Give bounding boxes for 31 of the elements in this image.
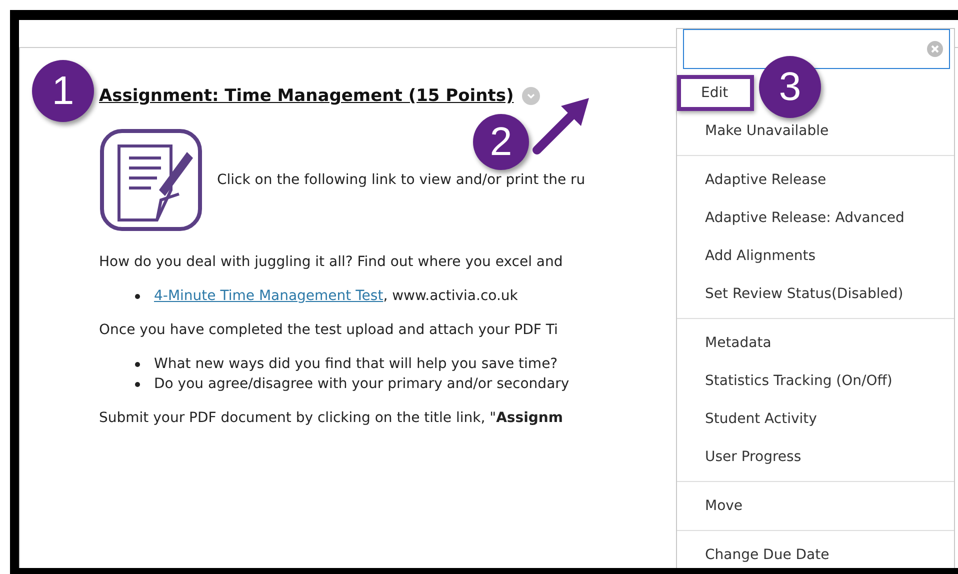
menu-item[interactable]: Change Due Date <box>677 537 848 568</box>
bullet-icon <box>135 382 140 386</box>
step-number-badge: 1 <box>32 60 94 122</box>
options-chevron-button[interactable] <box>522 87 540 105</box>
menu-item[interactable]: Metadata <box>677 325 790 361</box>
step-number-badge: 2 <box>473 114 529 170</box>
question-text: Do you agree/disagree with your primary and/or secondary <box>154 376 570 392</box>
intro-text: Click on the following link to view and/or print the ru <box>217 172 586 188</box>
menu-item[interactable]: Student Activity <box>677 401 835 437</box>
menu-item[interactable]: Statistics Tracking (On/Off) <box>677 363 910 399</box>
menu-item[interactable]: Move <box>677 488 761 524</box>
step-number-badge: 3 <box>759 56 821 118</box>
menu-search-field[interactable] <box>683 29 950 69</box>
menu-item[interactable]: Adaptive Release <box>677 162 844 198</box>
test-link[interactable]: 4-Minute Time Management Test <box>154 288 384 304</box>
clear-icon[interactable] <box>927 41 943 57</box>
menu-item[interactable]: Edit <box>677 75 754 111</box>
menu-item[interactable]: Set Review Status(Disabled) <box>677 276 922 312</box>
menu-item[interactable]: User Progress <box>677 439 820 475</box>
chevron-down-icon <box>526 91 536 101</box>
source-text: , www.activia.co.uk <box>383 288 518 304</box>
bullet-icon <box>135 362 140 366</box>
assignment-title-link[interactable]: Assignment: Time Management (15 Points) <box>99 86 514 106</box>
paragraph-text: How do you deal with juggling it all? Find out where you excel and <box>99 254 563 270</box>
paragraph-text: Submit your PDF document by clicking on the title link, "Assignm <box>99 410 563 426</box>
menu-item[interactable]: Add Alignments <box>677 238 834 274</box>
menu-item[interactable]: Adaptive Release: Advanced <box>677 200 922 236</box>
paragraph-text: Once you have completed the test upload and attach your PDF Ti <box>99 322 558 338</box>
bullet-icon <box>135 294 140 298</box>
document-pencil-icon <box>99 128 203 232</box>
question-text: What new ways did you find that will help you save time? <box>154 356 558 372</box>
